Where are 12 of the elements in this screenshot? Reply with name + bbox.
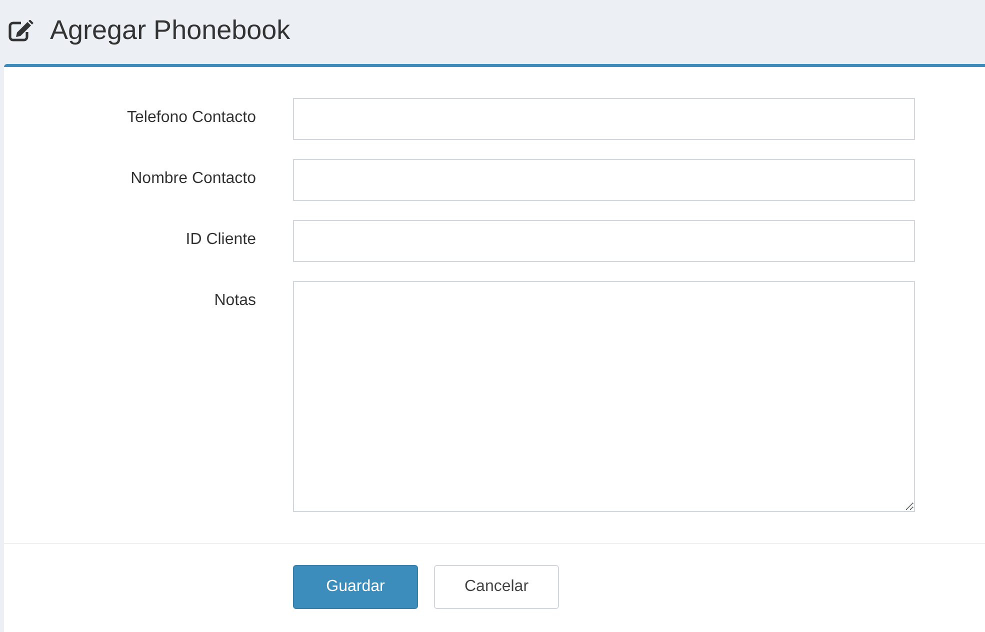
save-button[interactable]: Guardar	[293, 565, 418, 609]
text-field[interactable]	[293, 220, 915, 262]
field-label: Nombre Contacto	[130, 169, 256, 189]
field-label: ID Cliente	[186, 230, 256, 250]
field-label: Notas	[214, 291, 256, 311]
cancel-button[interactable]: Cancelar	[434, 565, 559, 609]
page-title: Agregar Phonebook	[50, 16, 290, 46]
field-label: Telefono Contacto	[127, 108, 256, 128]
notes-field[interactable]	[293, 281, 915, 512]
pencil-square-icon	[8, 20, 34, 42]
text-field[interactable]	[293, 98, 915, 140]
text-field[interactable]	[293, 159, 915, 201]
